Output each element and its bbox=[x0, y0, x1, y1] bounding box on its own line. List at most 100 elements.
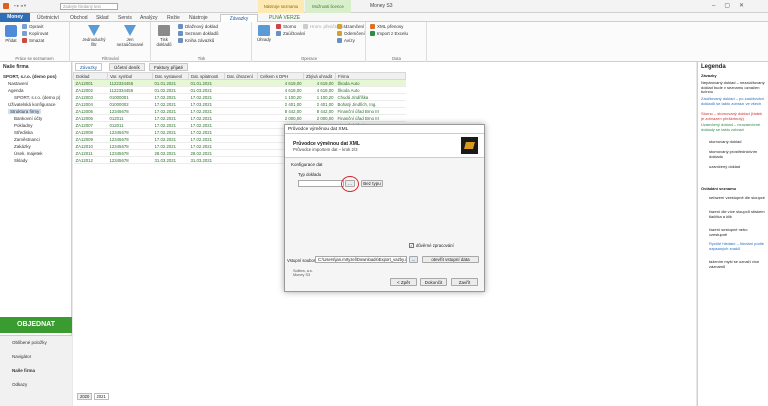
nav-list: Oblíbené položky Navigátor Naše firma Od… bbox=[0, 335, 72, 406]
year-tabs: 2020 2021 bbox=[77, 393, 109, 400]
menu-analyzy[interactable]: Analýzy bbox=[137, 14, 161, 22]
menu-rezie[interactable]: Režie bbox=[164, 14, 183, 22]
unposted-only-button[interactable]: Jen nezaúčtované bbox=[113, 25, 147, 47]
lock-button[interactable]: Uzamčení bbox=[337, 24, 364, 30]
nav-links[interactable]: Odkazy bbox=[12, 382, 27, 387]
qat-icons[interactable]: ▪ ▸ ◂ ▾ bbox=[14, 3, 26, 9]
menu-plna-verze[interactable]: PLNÁ VERZE bbox=[266, 14, 303, 22]
finish-button[interactable]: Dokončit bbox=[420, 278, 447, 286]
tree-company[interactable]: SPORT, s.r.o. (demo pos) bbox=[3, 74, 57, 79]
table-row[interactable]: ZA12005 12345678 17.02.2021 17.02.2021 8 442… bbox=[73, 107, 406, 115]
storno-label: Storno bbox=[283, 24, 297, 29]
table-cell bbox=[224, 142, 258, 150]
context-tab-tools[interactable]: Nástroje seznamu bbox=[258, 0, 304, 13]
copy-button[interactable]: Kopírovat bbox=[22, 31, 48, 37]
menu-obchod[interactable]: Obchod bbox=[67, 14, 91, 22]
notice-button[interactable]: Avízy bbox=[337, 38, 355, 44]
table-cell: 012011 bbox=[107, 121, 153, 129]
column-header[interactable]: Firma bbox=[335, 72, 406, 80]
storno-button[interactable]: Storno bbox=[276, 24, 296, 30]
search-input[interactable]: Zadejte hledaný text bbox=[60, 3, 118, 10]
menu-zavazky[interactable]: Závazky bbox=[220, 14, 258, 22]
print-documents-button[interactable]: Tisk dokladů bbox=[154, 25, 174, 47]
menu-nastroje[interactable]: Nástroje bbox=[186, 14, 211, 22]
table-cell: ZA12002 bbox=[73, 86, 108, 94]
column-header[interactable]: Var. symbol bbox=[107, 72, 153, 80]
confidential-checkbox[interactable]: ✓ bbox=[409, 243, 414, 248]
excel-import-button[interactable]: Import z Excelu bbox=[370, 31, 408, 37]
print-single-button[interactable]: Dlažnový doklad bbox=[178, 24, 218, 30]
unlock-button[interactable]: Odemčení bbox=[337, 31, 365, 37]
browse-file-button[interactable]: ... bbox=[409, 256, 418, 263]
column-header[interactable]: Zbývá uhradit bbox=[303, 72, 336, 80]
table-row[interactable]: ZA12002 1122334455 01.02.2021 01.03.2021 4 6… bbox=[73, 86, 406, 94]
table-cell: 12345678 bbox=[107, 128, 153, 136]
input-file-path[interactable]: C:\Users\jan.mrtyzel\Downloads\Export_va… bbox=[315, 256, 407, 263]
nav-favorites[interactable]: Oblíbené položky bbox=[12, 340, 47, 345]
column-header[interactable]: Celkem s DPH bbox=[257, 72, 304, 80]
simple-filter-button[interactable]: Jednoduchý filtr bbox=[79, 25, 109, 47]
table-cell bbox=[224, 128, 258, 136]
legend-item: Nepárovaný doklad – nezaúčtovaný doklad … bbox=[701, 80, 765, 95]
xml-transfer-label: XML přenosy bbox=[377, 24, 404, 29]
tree-agenda[interactable]: Agenda bbox=[8, 88, 24, 93]
ribbon-group-filter: Jednoduchý filtr Jen nezaúčtované Filtro… bbox=[71, 22, 151, 62]
context-tab-license[interactable]: Možnosti licence bbox=[305, 0, 351, 13]
column-header[interactable]: Dat. vystavení bbox=[152, 72, 189, 80]
tree-agenda-company[interactable]: SPORT, s.r.o. (demo p) bbox=[14, 95, 60, 100]
tab-zavazky[interactable]: Závazky bbox=[75, 63, 103, 71]
table-cell: 12345678 bbox=[107, 156, 153, 164]
print-list-button[interactable]: Seznam dokladů bbox=[178, 31, 219, 37]
no-type-button[interactable]: Bez typu bbox=[361, 180, 383, 187]
menu-servis[interactable]: Servis bbox=[115, 14, 135, 22]
print-book-button[interactable]: Kniha závazků bbox=[178, 38, 214, 44]
table-row[interactable]: ZA12003 01000001 17.02.2021 17.02.2021 1 100… bbox=[73, 93, 406, 101]
legend-item: stornovaný prostřednictvím dokladu bbox=[709, 149, 758, 159]
tab-year-2020[interactable]: 2020 bbox=[77, 393, 93, 400]
table-cell: 1122334455 bbox=[107, 79, 153, 87]
back-button[interactable]: < Zpět bbox=[390, 278, 417, 286]
excel-import-label: Import z Excelu bbox=[377, 31, 409, 36]
lock-icon bbox=[337, 24, 342, 30]
table-cell: 17.02.2021 bbox=[152, 93, 189, 101]
tree-user-config[interactable]: Uživatelská konfigurace bbox=[8, 102, 56, 107]
tree-stores[interactable]: Sklady bbox=[14, 158, 28, 163]
menu-ucetnictvi[interactable]: Účetnictví bbox=[34, 14, 62, 22]
payments-button[interactable]: Úhrady bbox=[256, 25, 272, 42]
table-cell: 8 442,00 bbox=[257, 107, 304, 115]
money-menu-button[interactable]: Money bbox=[0, 13, 30, 22]
menu-sklad[interactable]: Sklad bbox=[93, 14, 112, 22]
post-button[interactable]: Zaúčtování bbox=[276, 31, 305, 37]
tree-centers[interactable]: Střediska bbox=[14, 130, 33, 135]
nav-our-company[interactable]: Naše firma bbox=[12, 368, 35, 373]
tree-assets[interactable]: Úsek. majetek bbox=[14, 151, 43, 156]
table-cell: 4 618,00 bbox=[257, 86, 304, 94]
tree-bank[interactable]: Bankovní účty bbox=[14, 116, 42, 121]
window-controls[interactable]: –▢✕ bbox=[712, 2, 753, 9]
delete-button[interactable]: Smazat bbox=[22, 38, 44, 44]
table-row[interactable]: ZA12006 012011 17.02.2021 17.02.2021 2 000,0… bbox=[73, 114, 406, 122]
open-input-button[interactable]: otevřít vstupní data bbox=[422, 256, 479, 263]
xml-transfer-button[interactable]: XML přenosy bbox=[370, 24, 403, 30]
add-button[interactable]: Přidat bbox=[3, 25, 19, 43]
tab-ucetni-denik[interactable]: Účetní deník bbox=[109, 63, 145, 71]
table-row[interactable]: ZA12001 1122334455 01.01.2021 01.01.2021 4 6… bbox=[73, 79, 406, 87]
nav-navigator[interactable]: Navigátor bbox=[12, 354, 31, 359]
tab-faktury-prijate[interactable]: Faktury přijaté bbox=[149, 63, 189, 71]
doc-type-input[interactable] bbox=[298, 180, 344, 187]
column-header[interactable]: Doklad bbox=[73, 72, 108, 80]
table-row[interactable]: ZA12004 01000002 17.02.2021 17.03.2021 2 401… bbox=[73, 100, 406, 108]
objednat-button[interactable]: OBJEDNAT bbox=[0, 317, 72, 333]
table-cell: 17.02.2021 bbox=[188, 93, 225, 101]
tree-orders[interactable]: Zakázky bbox=[14, 144, 31, 149]
tree-settings[interactable]: Nastavení bbox=[8, 81, 28, 86]
tree-employees[interactable]: Zaměstnanci bbox=[14, 137, 40, 142]
edit-button[interactable]: Opravit bbox=[22, 24, 44, 30]
tree-structure[interactable]: Struktura firmy bbox=[8, 109, 42, 114]
tab-year-2021[interactable]: 2021 bbox=[93, 393, 109, 400]
tree-cash[interactable]: Pokladny bbox=[14, 123, 33, 128]
document-icon bbox=[178, 24, 183, 30]
column-header[interactable]: Dat. splatnosti bbox=[188, 72, 225, 80]
column-header[interactable]: Dat. úhrazení bbox=[224, 72, 258, 80]
close-button[interactable]: Zavřít bbox=[451, 278, 478, 286]
